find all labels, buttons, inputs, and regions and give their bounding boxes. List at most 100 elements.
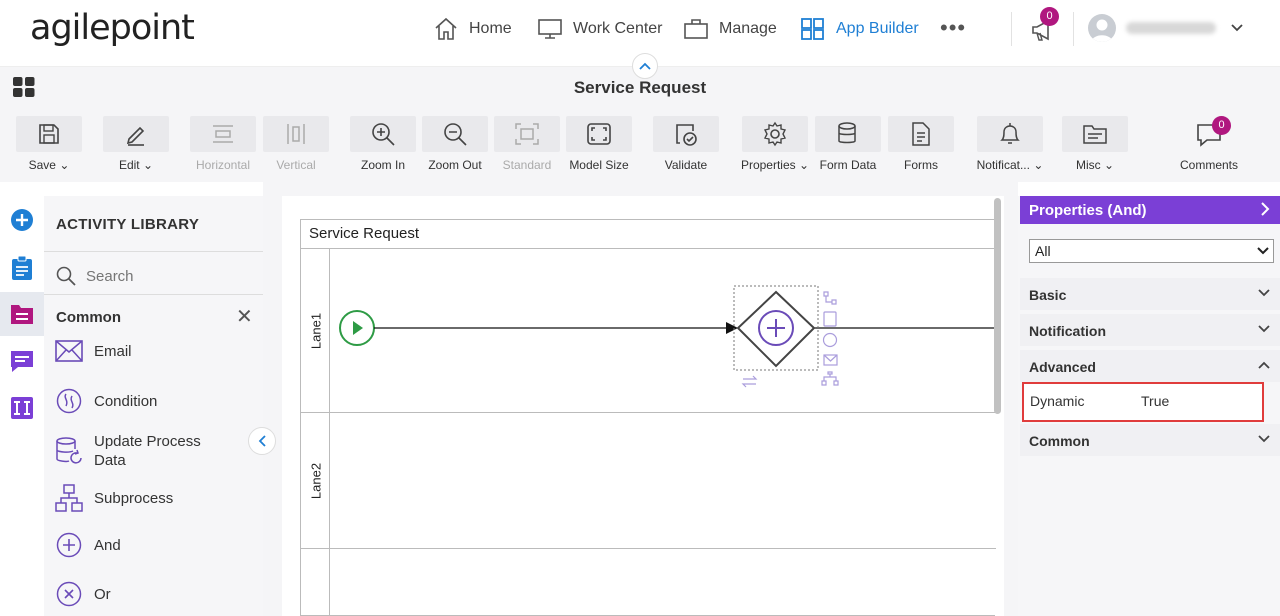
category-label: Common [56,309,121,326]
properties-header[interactable]: Properties (And) [1020,196,1280,224]
clipboard-icon[interactable] [823,311,837,327]
lane-header: Lane2 [301,413,330,548]
chevron-down-icon: ⌄ [59,158,70,172]
subprocess-icon[interactable] [821,371,839,386]
nav-home-label: Home [469,20,512,37]
nav-manage-label: Manage [719,20,777,37]
update-data-icon [56,437,82,464]
edit-label: Edit [118,158,140,172]
edit-button[interactable]: Edit ⌄ [103,116,169,176]
bell-icon [1000,123,1020,144]
activity-subprocess[interactable]: Subprocess [54,483,173,513]
model-size-icon [587,123,611,145]
section-basic[interactable]: Basic [1020,278,1280,310]
model-size-label: Model Size [569,158,629,172]
vertical-button[interactable]: Vertical [263,116,329,176]
arrow-head [726,322,738,334]
activity-library-panel: ACTIVITY LIBRARY Common ✕ Email Conditio… [44,196,263,616]
briefcase-icon [684,19,708,39]
activity-condition[interactable]: Condition [54,386,157,416]
property-key: Dynamic [1030,393,1085,409]
save-icon [39,124,59,144]
chevron-down-icon[interactable] [1230,23,1244,33]
zoom-out-button[interactable]: Zoom Out [422,116,488,176]
model-size-button[interactable]: Model Size [566,116,632,176]
nav-manage[interactable]: Manage [683,14,777,44]
horizontal-label: Horizontal [195,158,251,172]
validate-label: Validate [664,158,708,172]
properties-button[interactable]: Properties ⌄ [740,116,810,176]
section-advanced[interactable]: Advanced [1020,350,1280,382]
activity-label: Email [94,342,132,360]
database-icon [838,122,856,144]
activity-or[interactable]: Or [54,579,111,609]
connect-icon[interactable] [823,291,837,305]
lane-3[interactable] [301,549,996,616]
condition-icon[interactable] [822,332,838,348]
rail-clipboard-button[interactable] [0,246,44,290]
property-value[interactable]: True [1141,393,1169,409]
chevron-right-icon[interactable] [1260,201,1270,217]
user-avatar[interactable] [1088,14,1116,42]
misc-button[interactable]: Misc ⌄ [1062,116,1128,176]
pool-title: Service Request [301,220,996,249]
condition-icon [56,388,82,414]
chevron-down-icon: ⌄ [798,158,810,172]
dynamic-property-row[interactable]: Dynamic True [1022,382,1264,422]
close-icon[interactable]: ✕ [236,307,253,327]
rail-library-button[interactable] [0,292,44,336]
validate-button[interactable]: Validate [653,116,719,176]
collapse-library-button[interactable] [248,427,276,455]
misc-label: Misc [1075,158,1101,172]
standard-button[interactable]: Standard [494,116,560,176]
form-data-button[interactable]: Form Data [815,116,881,176]
canvas-scrollbar[interactable] [994,198,1001,414]
section-common[interactable]: Common [1020,424,1280,456]
rail-text-button[interactable] [0,386,44,430]
activity-email[interactable]: Email [54,336,132,366]
left-rail [0,196,44,616]
top-header: agilepoint Home Work Center Manage App B… [0,0,1280,58]
user-name-blurred[interactable] [1126,22,1216,34]
rail-messages-button[interactable] [0,339,44,383]
divider [44,251,263,252]
comments-button[interactable]: Comments [1176,116,1242,176]
user-icon [1091,19,1113,42]
notifications-button[interactable]: Notificat... ⌄ [975,116,1045,176]
nav-work-center[interactable]: Work Center [537,14,663,44]
collapse-header-button[interactable] [632,53,658,79]
activity-update-process-data[interactable]: Update Process Data [54,432,214,470]
save-label: Save [28,158,56,172]
text-cursor-icon [11,397,33,419]
header-divider [1073,12,1074,46]
forms-button[interactable]: Forms [888,116,954,176]
section-notification[interactable]: Notification [1020,314,1280,346]
agilepoint-logo[interactable]: agilepoint [30,8,195,48]
zoom-in-label: Zoom In [360,158,405,172]
horizontal-button[interactable]: Horizontal [190,116,256,176]
more-menu-icon[interactable]: ••• [940,15,966,41]
nav-app-builder[interactable]: App Builder [800,14,919,44]
nav-app-builder-label: App Builder [836,20,919,37]
activity-and[interactable]: And [54,530,121,560]
chevron-down-icon: ⌄ [142,158,154,172]
swap-icon[interactable] [741,375,758,388]
activity-library-title: ACTIVITY LIBRARY [56,216,200,233]
or-icon [56,581,82,607]
subprocess-icon [55,484,83,512]
zoom-in-button[interactable]: Zoom In [350,116,416,176]
gear-icon [763,121,787,147]
save-button[interactable]: Save ⌄ [16,116,82,176]
grid-icon [801,18,824,40]
chevron-up-icon [639,62,651,70]
activity-search-input[interactable] [86,264,256,288]
properties-filter-select[interactable]: All [1029,239,1274,263]
activity-label: Subprocess [94,489,174,507]
activity-label: Condition [94,392,158,410]
lane-2[interactable]: Lane2 [301,413,996,549]
rail-add-button[interactable] [0,198,44,242]
chevron-up-icon [1258,361,1270,369]
chevron-down-icon [1258,435,1270,443]
process-pool[interactable]: Service Request Lane1 Lane2 [300,219,996,616]
nav-home[interactable]: Home [433,14,512,44]
